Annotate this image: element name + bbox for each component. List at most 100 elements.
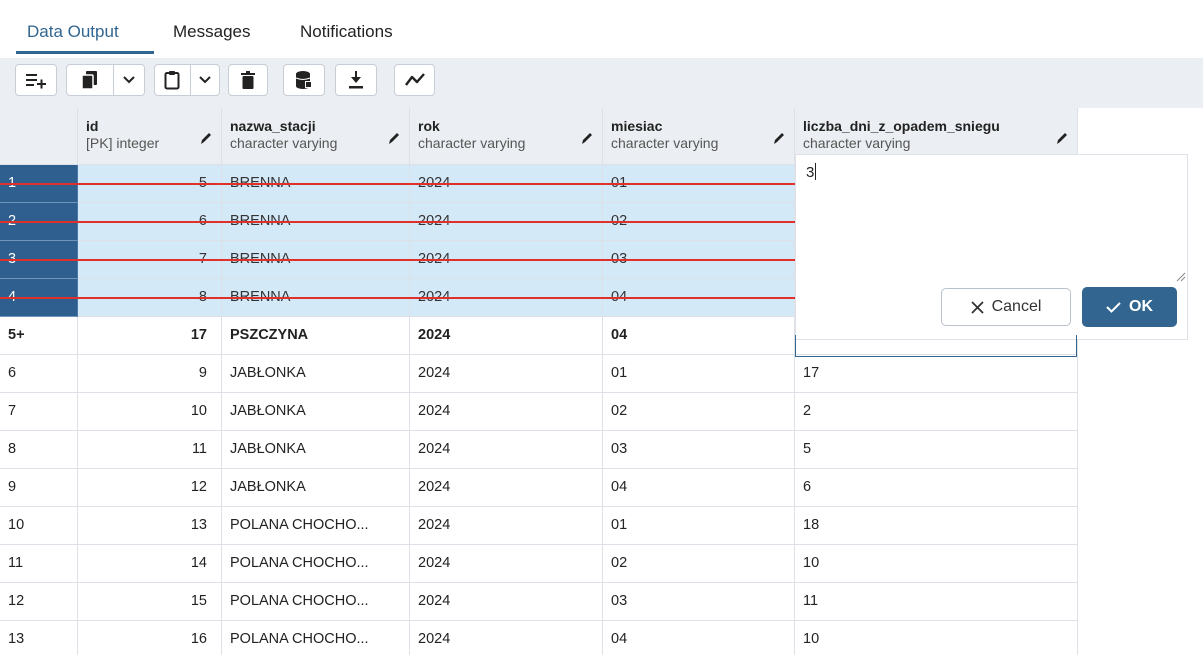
liczba-dni-cell[interactable]: 10 — [795, 621, 1078, 655]
paste-icon — [164, 71, 180, 90]
copy-options-dropdown[interactable] — [114, 76, 144, 84]
id-cell[interactable]: 10 — [78, 393, 222, 431]
edit-pencil-icon — [1057, 133, 1067, 144]
rok-cell[interactable]: 2024 — [410, 355, 603, 393]
table-row[interactable]: 7 10 JABŁONKA 2024 02 2 — [0, 393, 1078, 431]
deleted-row-strikethrough — [0, 183, 795, 185]
id-cell[interactable]: 11 — [78, 431, 222, 469]
liczba-dni-cell[interactable]: 5 — [795, 431, 1078, 469]
copy-button-group[interactable] — [66, 64, 145, 96]
close-icon — [970, 300, 984, 314]
ok-label: OK — [1129, 298, 1153, 315]
save-data-icon — [295, 71, 312, 89]
deleted-row-strikethrough — [0, 221, 795, 223]
nazwa-stacji-cell[interactable]: POLANA CHOCHO... — [222, 621, 410, 655]
rok-cell[interactable]: 2024 — [410, 431, 603, 469]
nazwa-stacji-cell[interactable]: JABŁONKA — [222, 355, 410, 393]
save-data-button[interactable] — [283, 64, 325, 96]
rok-cell[interactable]: 2024 — [410, 393, 603, 431]
column-header-nazwa-stacji[interactable]: nazwa_stacji character varying — [222, 108, 410, 165]
row-number-cell[interactable]: 7 — [0, 393, 78, 431]
row-number-cell[interactable]: 6 — [0, 355, 78, 393]
table-row[interactable]: 11 14 POLANA CHOCHO... 2024 02 10 — [0, 545, 1078, 583]
liczba-dni-cell[interactable]: 18 — [795, 507, 1078, 545]
download-button[interactable] — [335, 64, 377, 96]
delete-icon — [241, 71, 255, 89]
liczba-dni-cell[interactable]: 10 — [795, 545, 1078, 583]
row-number-cell[interactable]: 8 — [0, 431, 78, 469]
tab-data-output[interactable]: Data Output — [27, 22, 119, 42]
paste-button-group[interactable] — [154, 64, 220, 96]
miesiac-cell[interactable]: 03 — [603, 431, 795, 469]
row-number-cell[interactable]: 10 — [0, 507, 78, 545]
chevron-down-icon — [123, 76, 135, 84]
ok-button[interactable]: OK — [1082, 287, 1177, 327]
nazwa-stacji-cell[interactable]: JABŁONKA — [222, 431, 410, 469]
miesiac-cell[interactable]: 01 — [603, 507, 795, 545]
column-header-id[interactable]: id [PK] integer — [78, 108, 222, 165]
column-header-rok[interactable]: rok character varying — [410, 108, 603, 165]
row-number-cell[interactable]: 11 — [0, 545, 78, 583]
table-row[interactable]: 12 15 POLANA CHOCHO... 2024 03 11 — [0, 583, 1078, 621]
tab-messages[interactable]: Messages — [173, 22, 250, 42]
table-row[interactable]: 13 16 POLANA CHOCHO... 2024 04 10 — [0, 621, 1078, 655]
column-type: character varying — [803, 135, 911, 151]
column-name: liczba_dni_z_opadem_sniegu — [803, 118, 1000, 134]
nazwa-stacji-cell[interactable]: PSZCZYNA — [222, 317, 410, 355]
graph-visualiser-button[interactable] — [394, 64, 435, 96]
liczba-dni-cell[interactable]: 2 — [795, 393, 1078, 431]
chevron-down-icon — [199, 76, 211, 84]
delete-row-button[interactable] — [228, 64, 268, 96]
rok-cell[interactable]: 2024 — [410, 469, 603, 507]
tab-notifications[interactable]: Notifications — [300, 22, 393, 42]
rok-cell[interactable]: 2024 — [410, 621, 603, 655]
id-cell[interactable]: 13 — [78, 507, 222, 545]
nazwa-stacji-cell[interactable]: POLANA CHOCHO... — [222, 507, 410, 545]
liczba-dni-cell[interactable]: 17 — [795, 355, 1078, 393]
graph-icon — [404, 73, 425, 86]
liczba-dni-cell[interactable]: 11 — [795, 583, 1078, 621]
miesiac-cell[interactable]: 02 — [603, 393, 795, 431]
row-number-cell[interactable]: 12 — [0, 583, 78, 621]
miesiac-cell[interactable]: 04 — [603, 317, 795, 355]
table-row[interactable]: 9 12 JABŁONKA 2024 04 6 — [0, 469, 1078, 507]
id-cell[interactable]: 9 — [78, 355, 222, 393]
nazwa-stacji-cell[interactable]: POLANA CHOCHO... — [222, 583, 410, 621]
download-icon — [349, 71, 363, 89]
column-header-miesiac[interactable]: miesiac character varying — [603, 108, 795, 165]
rok-cell[interactable]: 2024 — [410, 545, 603, 583]
rok-cell[interactable]: 2024 — [410, 583, 603, 621]
table-row[interactable]: 6 9 JABŁONKA 2024 01 17 — [0, 355, 1078, 393]
row-number-cell[interactable]: 5+ — [0, 317, 78, 355]
paste-options-dropdown[interactable] — [191, 76, 219, 84]
id-cell[interactable]: 17 — [78, 317, 222, 355]
id-cell[interactable]: 16 — [78, 621, 222, 655]
nazwa-stacji-cell[interactable]: POLANA CHOCHO... — [222, 545, 410, 583]
table-row[interactable]: 10 13 POLANA CHOCHO... 2024 01 18 — [0, 507, 1078, 545]
miesiac-cell[interactable]: 02 — [603, 545, 795, 583]
cancel-button[interactable]: Cancel — [941, 288, 1071, 326]
text-caret — [815, 163, 817, 180]
table-row[interactable]: 8 11 JABŁONKA 2024 03 5 — [0, 431, 1078, 469]
miesiac-cell[interactable]: 01 — [603, 355, 795, 393]
miesiac-cell[interactable]: 04 — [603, 621, 795, 655]
row-number-cell[interactable]: 13 — [0, 621, 78, 655]
id-cell[interactable]: 12 — [78, 469, 222, 507]
column-name: nazwa_stacji — [230, 118, 316, 134]
rok-cell[interactable]: 2024 — [410, 317, 603, 355]
nazwa-stacji-cell[interactable]: JABŁONKA — [222, 469, 410, 507]
miesiac-cell[interactable]: 03 — [603, 583, 795, 621]
cell-editor-textarea[interactable]: 3 — [795, 154, 1188, 282]
resize-handle-icon[interactable] — [1176, 272, 1186, 282]
miesiac-cell[interactable]: 04 — [603, 469, 795, 507]
add-row-button[interactable] — [15, 64, 57, 96]
rok-cell[interactable]: 2024 — [410, 507, 603, 545]
deleted-row-strikethrough — [0, 259, 795, 261]
row-number-cell[interactable]: 9 — [0, 469, 78, 507]
column-type: character varying — [230, 135, 338, 151]
liczba-dni-cell[interactable]: 6 — [795, 469, 1078, 507]
id-cell[interactable]: 15 — [78, 583, 222, 621]
id-cell[interactable]: 14 — [78, 545, 222, 583]
data-toolbar — [0, 58, 1203, 108]
nazwa-stacji-cell[interactable]: JABŁONKA — [222, 393, 410, 431]
